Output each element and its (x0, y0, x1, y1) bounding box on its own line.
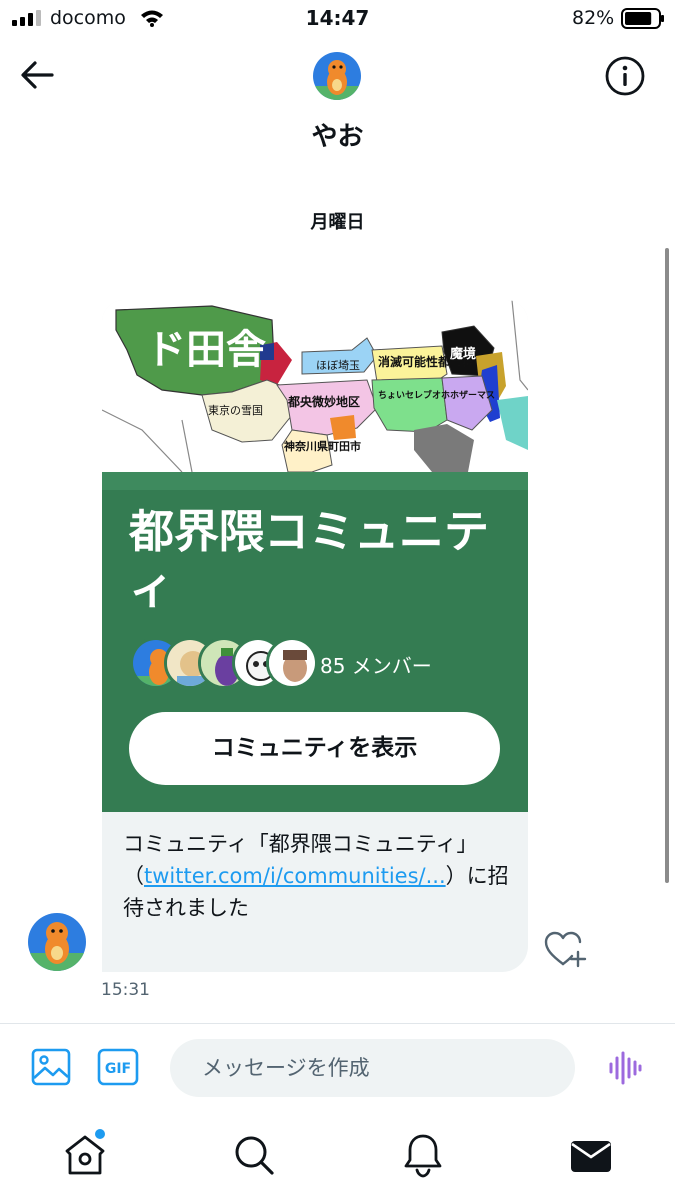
gif-label: GIF (105, 1061, 131, 1077)
map-label: ちょいセレブオホホザーマス (378, 389, 495, 401)
member-avatar (266, 637, 318, 689)
image-icon[interactable] (30, 1046, 72, 1088)
gif-icon: GIF (97, 1048, 139, 1086)
date-separator: 月曜日 (310, 212, 365, 233)
back-arrow-icon[interactable] (18, 56, 56, 94)
sender-avatar[interactable] (28, 913, 86, 971)
map-label: 東京の雪国 (208, 403, 263, 417)
panel-top-strip (102, 472, 528, 490)
home-icon[interactable] (62, 1132, 108, 1178)
message-timestamp: 15:31 (101, 980, 150, 1000)
heart-plus-icon[interactable] (543, 930, 587, 970)
notification-dot (95, 1129, 105, 1139)
avatar-image (313, 52, 361, 100)
info-icon[interactable] (604, 55, 646, 97)
community-link[interactable]: twitter.com/i/communities/... (144, 864, 446, 888)
map-label: ド田舎 (146, 326, 266, 373)
battery-icon (621, 8, 664, 29)
community-info-panel: 都界隈コミュニティ 85 メンバー コミュニティを表示 (102, 472, 528, 812)
scrollbar[interactable] (665, 248, 669, 883)
map-label: 魔境 (450, 346, 476, 362)
community-banner-map: ド田舎 ほぼ埼玉 消滅可能性都市群 魔境 東京の雪国 都央微妙地区 ちょいセレブ… (102, 300, 528, 472)
battery-percent: 82% (572, 7, 615, 29)
message-composer[interactable] (170, 1039, 575, 1097)
avatar-image (28, 913, 86, 971)
view-community-button[interactable]: コミュニティを表示 (129, 712, 500, 785)
message-input[interactable] (170, 1039, 575, 1097)
mail-icon[interactable] (569, 1137, 613, 1175)
avatar[interactable] (313, 52, 361, 100)
member-avatars (130, 637, 318, 689)
search-icon[interactable] (233, 1134, 275, 1176)
conversation-name: やお (311, 122, 364, 152)
composer-divider (0, 1023, 675, 1024)
community-title: 都界隈コミュニティ (129, 505, 490, 614)
bell-icon[interactable] (402, 1132, 444, 1178)
map-label: 都央微妙地区 (287, 394, 360, 409)
status-bar: docomo 14:47 82% (0, 0, 675, 40)
map-label: 神奈川県町田市 (284, 439, 361, 453)
invite-message: コミュニティ「都界隈コミュニティ」（twitter.com/i/communit… (123, 828, 513, 924)
member-count: 85 メンバー (320, 654, 432, 678)
map-label: ほぼ埼玉 (316, 358, 360, 372)
voice-message-icon[interactable] (607, 1050, 643, 1086)
gif-button[interactable]: GIF (97, 1048, 139, 1086)
community-invite-card[interactable]: ド田舎 ほぼ埼玉 消滅可能性都市群 魔境 東京の雪国 都央微妙地区 ちょいセレブ… (102, 300, 528, 972)
